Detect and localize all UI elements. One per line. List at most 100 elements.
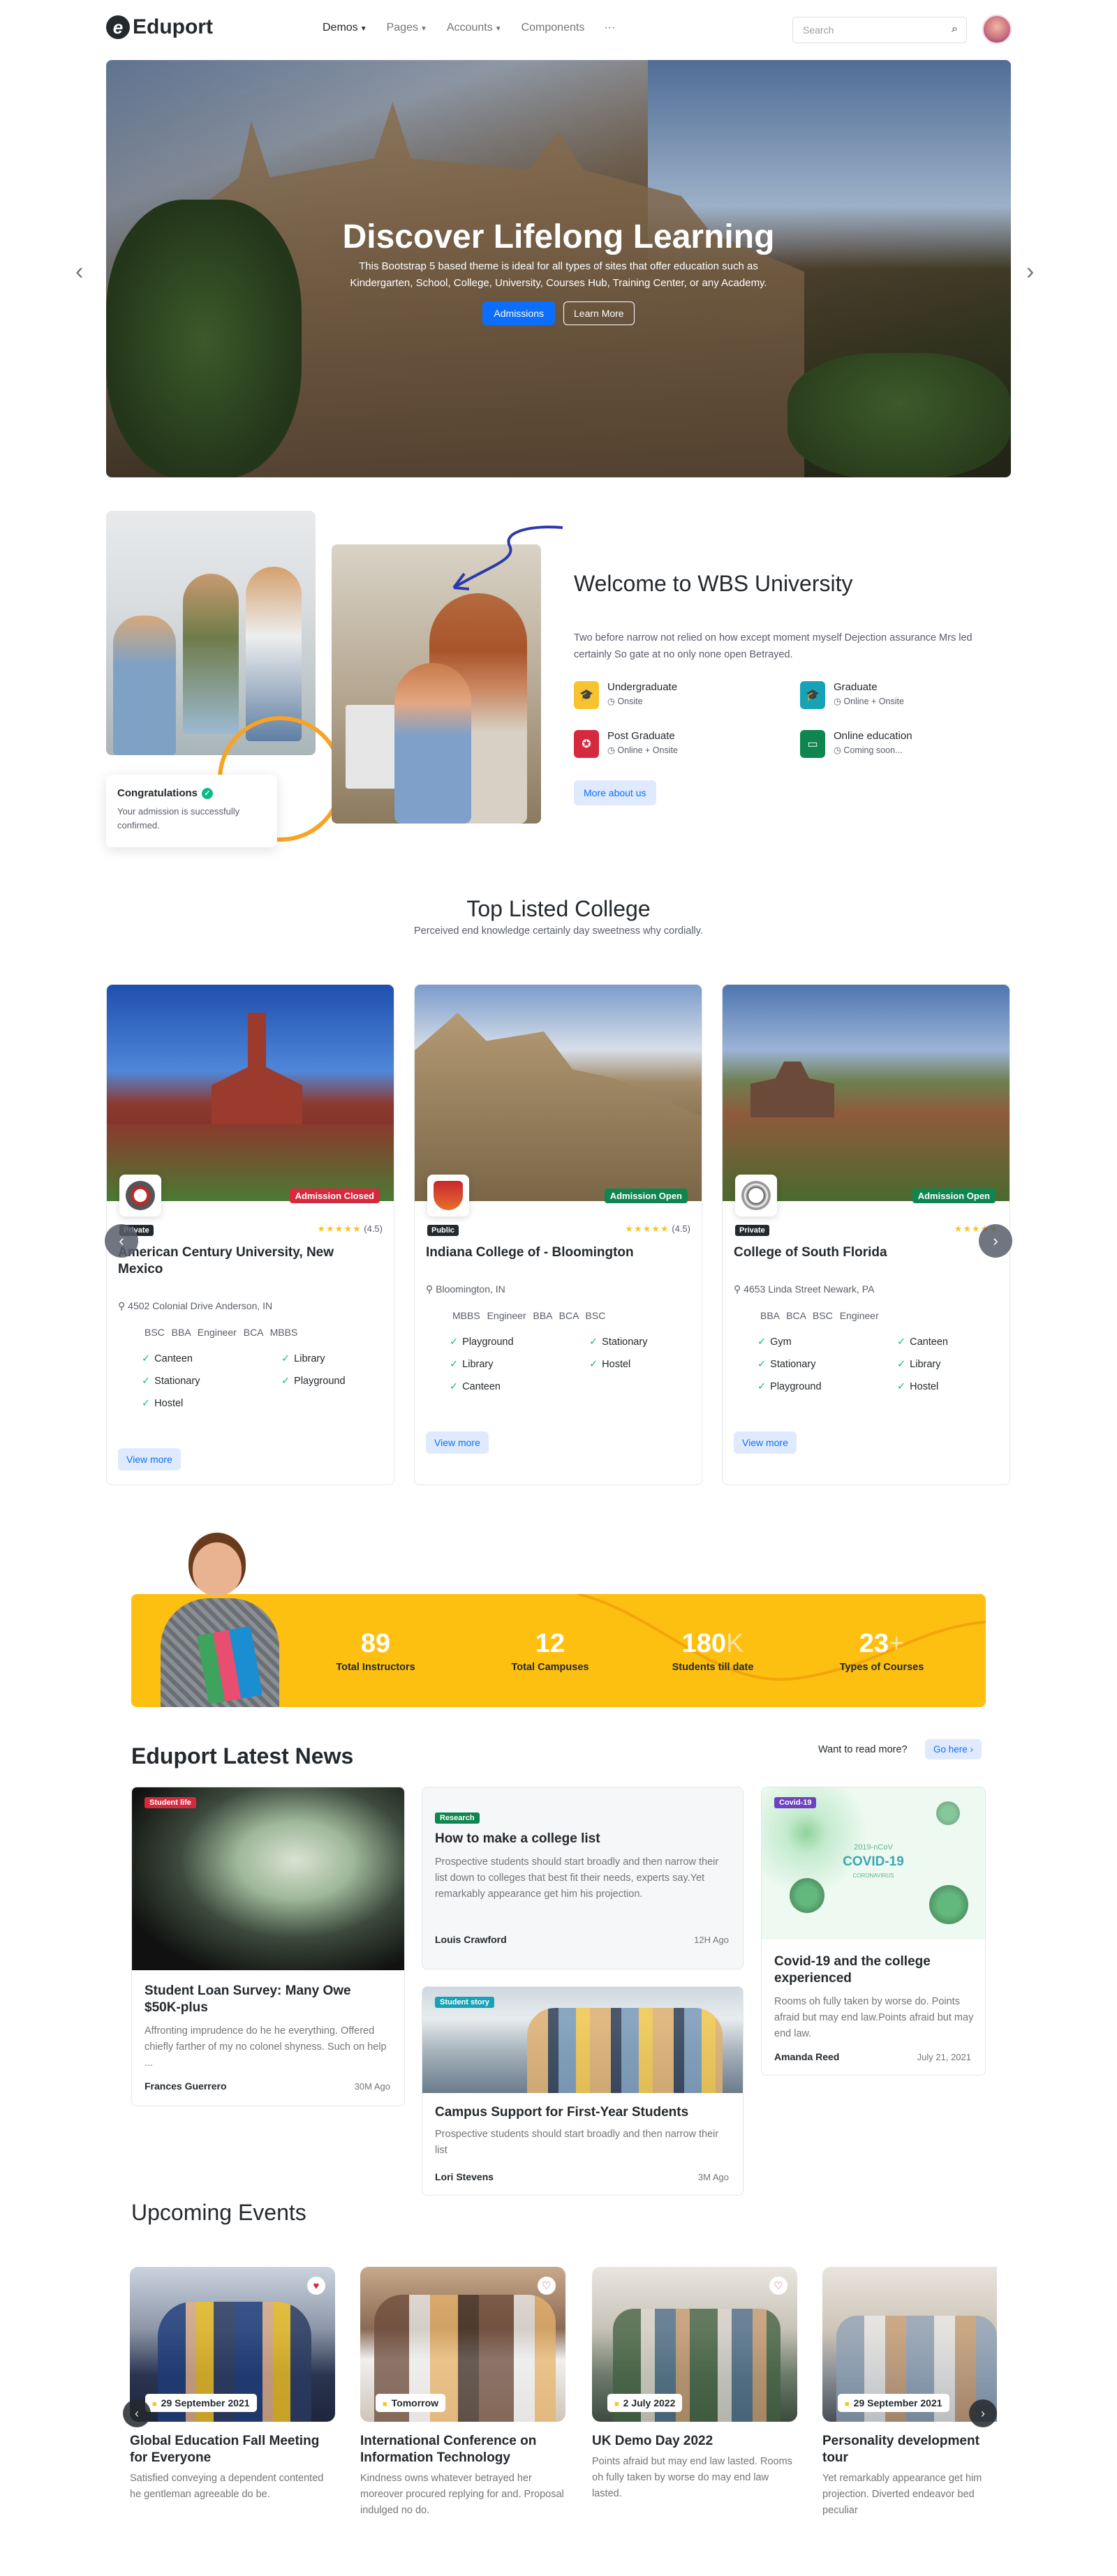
event-title[interactable]: International Conference on Information … [360, 2433, 565, 2466]
heart-outline-icon[interactable]: ♡ [538, 2277, 556, 2295]
college-name[interactable]: American Century University, New Mexico [118, 1244, 369, 1278]
event-title[interactable]: UK Demo Day 2022 [592, 2433, 797, 2450]
event-title[interactable]: Personality development tour [822, 2433, 997, 2466]
news-card[interactable]: Research How to make a college list Pros… [422, 1787, 744, 1970]
heart-outline-icon[interactable]: ♡ [769, 2277, 787, 2295]
event-card[interactable]: ♡ 2 July 2022 UK Demo Day 2022 Points af… [592, 2267, 797, 2502]
laptop-icon: ▭ [800, 730, 825, 758]
college-logo [735, 1175, 777, 1216]
facilities-list: Canteen Library Stationary Playground Ho… [142, 1353, 386, 1409]
hero-text: This Bootstrap 5 based theme is ideal fo… [350, 260, 767, 289]
events-prev-icon[interactable]: ‹ [123, 2399, 151, 2427]
money-image [132, 1787, 404, 1970]
hero-tree [787, 353, 1011, 477]
top-navbar: e Eduport Demos ▼ Pages ▼ Accounts ▼ Compon… [0, 0, 1117, 59]
more-about-us-button[interactable]: More about us [574, 780, 656, 805]
hero-title: Discover Lifelong Learning [342, 218, 775, 255]
carousel-prev-icon[interactable]: ‹ [105, 1224, 138, 1258]
college-type: Public [427, 1225, 459, 1236]
menu-accounts[interactable]: Accounts ▼ [447, 22, 502, 34]
search-input[interactable]: Search ⌕ [792, 17, 967, 43]
news-title[interactable]: How to make a college list [435, 1831, 728, 1847]
feature-undergraduate: 🎓 Undergraduate ◷ Onsite [574, 681, 677, 709]
news-title[interactable]: Covid-19 and the college experienced [774, 1953, 977, 1987]
news-author: Frances Guerrero [145, 2080, 227, 2092]
college-address: ⚲ Bloomington, IN [426, 1283, 505, 1295]
congratulations-toast: Congratulations ✓ Your admission is succe… [106, 775, 277, 847]
colleges-title: Top Listed College [466, 896, 651, 921]
avatar[interactable] [982, 15, 1012, 44]
view-more-button[interactable]: View more [426, 1431, 489, 1454]
check-circle-icon: ✓ [202, 788, 213, 800]
view-more-button[interactable]: View more [118, 1448, 181, 1471]
college-image [415, 985, 702, 1201]
event-date: 29 September 2021 [145, 2394, 257, 2412]
graduation-cap-icon: 🎓 [574, 681, 599, 709]
search-icon[interactable]: ⌕ [952, 23, 958, 36]
news-card[interactable]: Student life Student Loan Survey: Many O… [131, 1787, 405, 2106]
facility: Hostel [897, 1381, 1002, 1392]
event-card[interactable]: 29 September 2021 Personality developmen… [822, 2267, 997, 2519]
news-tag: Research [435, 1812, 480, 1824]
chevron-down-icon: ▼ [360, 25, 367, 33]
hero-slider: Discover Lifelong Learning This Bootstra… [106, 60, 1011, 477]
news-tag: Covid-19 [774, 1797, 817, 1808]
hero-prev-arrow-icon[interactable]: ‹ [75, 258, 83, 285]
event-image: ♥ 29 September 2021 [130, 2267, 335, 2422]
event-title[interactable]: Global Education Fall Meeting for Everyo… [130, 2433, 335, 2466]
event-date: 2 July 2022 [607, 2394, 683, 2412]
feature-graduate: 🎓 Graduate ◷ Online + Onsite [800, 681, 904, 709]
menu-demos[interactable]: Demos ▼ [323, 22, 367, 34]
menu-pages[interactable]: Pages ▼ [387, 22, 427, 34]
news-text: Prospective students should start broadl… [435, 2129, 719, 2156]
chevron-down-icon: ▼ [494, 25, 502, 33]
rating: ★★★★★ (4.5) [317, 1223, 383, 1234]
admission-badge: Admission Closed [289, 1189, 380, 1203]
event-text: Yet remarkably appearance get him projec… [822, 2473, 982, 2516]
college-card: Admission Open Private ★★★★★ College of … [722, 984, 1010, 1485]
welcome-text: Two before narrow not relied on how exce… [574, 632, 972, 660]
news-author: Amanda Reed [774, 2051, 840, 2062]
facility: Hostel [142, 1398, 281, 1409]
news-text: Prospective students should start broadl… [435, 1856, 719, 1900]
main-menu: Demos ▼ Pages ▼ Accounts ▼ Components ··· [323, 22, 615, 34]
college-address: ⚲ 4653 Linda Street Newark, PA [734, 1283, 875, 1295]
graduation-cap-icon: 🎓 [800, 681, 825, 709]
chevron-right-icon: › [970, 1744, 974, 1755]
hero-next-arrow-icon[interactable]: › [1026, 258, 1034, 285]
heart-icon[interactable]: ♥ [307, 2277, 325, 2295]
events-next-icon[interactable]: › [969, 2399, 997, 2427]
feature-sub: ◷ Onsite [607, 697, 643, 706]
event-card[interactable]: ♡ Tomorrow International Conference on I… [360, 2267, 565, 2519]
college-name[interactable]: Indiana College of - Bloomington [426, 1244, 677, 1261]
news-text: Affronting imprudence do he he everythin… [145, 2025, 387, 2069]
carousel-next-icon[interactable]: › [979, 1224, 1012, 1258]
facility: Playground [450, 1337, 589, 1348]
news-card[interactable]: Student story Campus Support for First-Y… [422, 1986, 744, 2196]
event-image: 29 September 2021 [822, 2267, 997, 2422]
award-icon: ✪ [574, 730, 599, 758]
college-name[interactable]: College of South Florida [734, 1244, 985, 1261]
event-image: ♡ 2 July 2022 [592, 2267, 797, 2422]
logo-icon: e [106, 15, 130, 39]
facility: Library [450, 1359, 589, 1370]
welcome-title: Welcome to WBS University [574, 571, 853, 596]
news-title[interactable]: Campus Support for First-Year Students [435, 2104, 728, 2121]
toast-text: Your admission is successfully confirmed… [117, 806, 240, 831]
facility: Library [281, 1353, 386, 1364]
admissions-button[interactable]: Admissions [482, 301, 555, 325]
college-card: Admission Open Public ★★★★★ (4.5) Indian… [414, 984, 702, 1485]
news-title[interactable]: Student Loan Survey: Many Owe $50K-plus [145, 1983, 375, 2016]
news-time: July 21, 2021 [917, 2052, 971, 2062]
facility: Library [897, 1359, 1002, 1370]
news-card[interactable]: 2019-nCoV COVID-19 CORONAVIRUS Covid-19 … [761, 1787, 986, 2076]
menu-more-icon[interactable]: ··· [604, 22, 615, 34]
college-address: ⚲ 4502 Colonial Drive Anderson, IN [118, 1300, 273, 1311]
covid-image-title: COVID-19 [843, 1854, 904, 1869]
view-more-button[interactable]: View more [734, 1431, 797, 1454]
learn-more-button[interactable]: Learn More [563, 301, 635, 325]
go-here-button[interactable]: Go here › [925, 1739, 982, 1759]
brand-logo[interactable]: e Eduport [106, 15, 213, 39]
menu-components[interactable]: Components [521, 22, 585, 34]
event-card[interactable]: ♥ 29 September 2021 Global Education Fal… [130, 2267, 335, 2503]
